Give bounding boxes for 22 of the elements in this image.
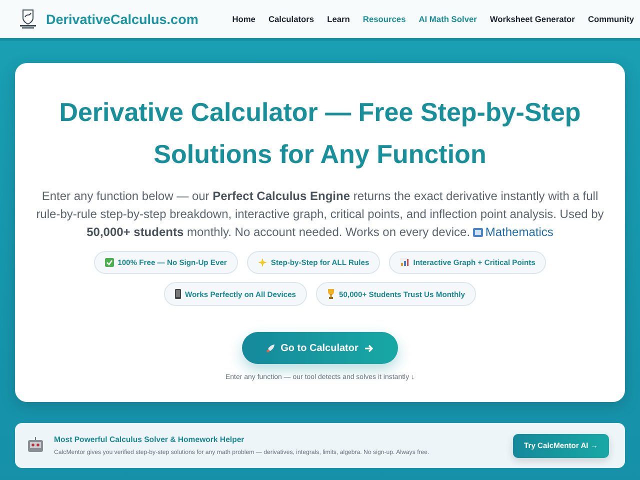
- category-icon: [473, 228, 484, 237]
- rocket-icon: [266, 344, 275, 352]
- nav-link[interactable]: Community: [588, 14, 634, 24]
- checkmark-icon: [104, 258, 114, 267]
- logo-icon: [18, 9, 38, 29]
- sparkle-icon: [258, 258, 267, 267]
- page-title: Derivative Calculator — Free Step-by-Step Solutions for Any Function: [58, 96, 582, 171]
- arrow-right-icon: [364, 344, 374, 352]
- intro-paragraph: Enter any function below — our Perfect Calculus Engine returns the exact derivative instantly with a full rule-by-rule step-by-step breakdown, interactive graph, critical points, and inflection point analysis. Used by 50,000+ students monthly. No account needed. Works on every device. Mathematics: [35, 188, 605, 241]
- bar-chart-icon: [400, 258, 410, 267]
- nav-link[interactable]: Home: [232, 14, 256, 24]
- nav-link[interactable]: Resources: [362, 14, 406, 24]
- trophy-icon: [327, 289, 336, 299]
- phone-icon: [175, 289, 182, 299]
- nav-link[interactable]: Worksheet Generator: [490, 14, 575, 24]
- nav-link[interactable]: Calculators: [268, 14, 314, 24]
- nav-link[interactable]: Learn: [327, 14, 350, 24]
- nav-link[interactable]: AI Math Solver: [418, 14, 477, 24]
- site-name: DerivativeCalculus.com: [46, 12, 198, 26]
- category-link[interactable]: Mathematics: [473, 225, 554, 239]
- calculator-button[interactable]: Go to Calculator: [242, 332, 398, 364]
- robot-icon: [27, 437, 44, 454]
